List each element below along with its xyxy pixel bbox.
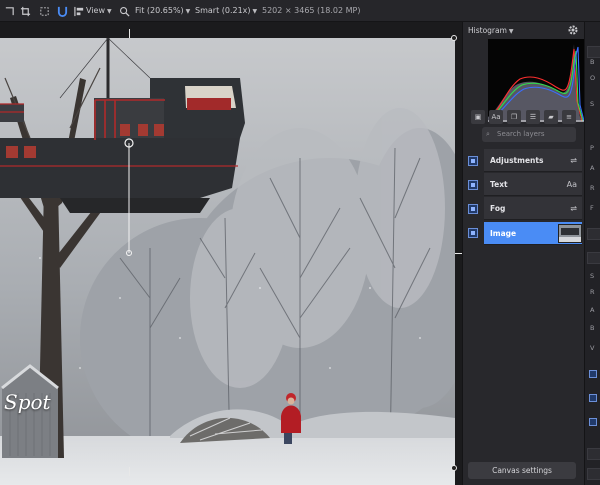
strip-field[interactable] [587, 228, 600, 240]
zoom-menu[interactable]: Fit (20.65%) ▼ [135, 6, 190, 17]
magnet-icon[interactable] [55, 4, 69, 18]
strip-label: S [590, 100, 595, 108]
folder-icon[interactable]: ▰ [544, 110, 558, 124]
sliders-icon: ⇌ [570, 156, 577, 165]
strip-checkbox[interactable] [589, 418, 597, 426]
image-icon[interactable]: ▣ [471, 110, 485, 124]
image-dimensions: 5202 × 3465 (18.02 MP) [262, 6, 361, 15]
right-panel: Histogram ▼ ▣ Aa ❐ ☰ ▰ ≡ [462, 22, 584, 485]
strip-field[interactable] [587, 448, 600, 460]
strip-label: B [590, 58, 595, 66]
layer-visibility-checkbox[interactable] [468, 180, 478, 190]
layer-visibility-checkbox[interactable] [468, 156, 478, 166]
edge-handle-top[interactable] [129, 29, 130, 38]
strip-label: B [590, 324, 595, 332]
strip-field[interactable] [587, 468, 600, 480]
strip-label: R [590, 184, 595, 192]
view-menu[interactable]: View ▼ [86, 6, 112, 17]
crop-icon[interactable] [18, 4, 32, 18]
strip-field[interactable] [587, 252, 600, 264]
menu-icon[interactable]: ≡ [562, 110, 576, 124]
strip-label: P [590, 144, 594, 152]
strip-checkbox[interactable] [589, 370, 597, 378]
transform-icon[interactable] [37, 4, 51, 18]
corner-handle-bottom-right[interactable] [451, 465, 457, 471]
secondary-panel-strip: B O S P A R F S R A B V [584, 22, 600, 485]
gear-icon[interactable] [567, 24, 579, 36]
photo-watermark: Spot [4, 390, 51, 414]
strip-label: V [590, 344, 595, 352]
histogram-menu[interactable]: Histogram ▼ [468, 26, 514, 35]
search-icon: ⌕ [486, 130, 490, 138]
layer-visibility-checkbox[interactable] [468, 204, 478, 214]
text-icon: Aa [566, 180, 577, 189]
copy-icon[interactable]: ❐ [507, 110, 521, 124]
strip-checkbox[interactable] [589, 394, 597, 402]
layer-row-image[interactable]: Image [484, 222, 582, 245]
move-icon[interactable] [2, 4, 16, 18]
corner-handle-top-right[interactable] [451, 35, 457, 41]
canvas-area[interactable]: Spot [0, 22, 462, 485]
edge-handle-bottom[interactable] [129, 467, 130, 476]
layer-thumbnail [558, 224, 582, 243]
zoom-icon[interactable] [117, 4, 131, 18]
edge-handle-right[interactable] [455, 253, 462, 254]
layer-row-adjustments[interactable]: Adjustments ⇌ [484, 149, 582, 172]
layer-row-fog[interactable]: Fog ⇌ [484, 197, 582, 220]
text-layer-icon[interactable]: Aa [489, 110, 503, 124]
layer-row-text[interactable]: Text Aa [484, 173, 582, 196]
adjust-icon[interactable]: ☰ [526, 110, 540, 124]
layer-search-input[interactable]: ⌕ Search layers [482, 127, 576, 142]
photo-image[interactable]: Spot [0, 38, 455, 485]
sliders-icon: ⇌ [570, 204, 577, 213]
strip-label: A [590, 306, 595, 314]
strip-label: R [590, 288, 595, 296]
align-icon[interactable] [72, 4, 86, 18]
strip-field[interactable] [587, 46, 600, 58]
strip-label: F [590, 204, 594, 212]
strip-label: O [590, 74, 596, 82]
histogram-header: Histogram ▼ [463, 22, 585, 38]
canvas-settings-button[interactable]: Canvas settings [468, 462, 576, 479]
quality-menu[interactable]: Smart (0.21x) ▼ [195, 6, 257, 17]
layer-visibility-checkbox[interactable] [468, 228, 478, 238]
strip-label: S [590, 272, 595, 280]
strip-label: A [590, 164, 595, 172]
top-toolbar: View ▼ Fit (20.65%) ▼ Smart (0.21x) ▼ 5202 … [0, 0, 600, 22]
